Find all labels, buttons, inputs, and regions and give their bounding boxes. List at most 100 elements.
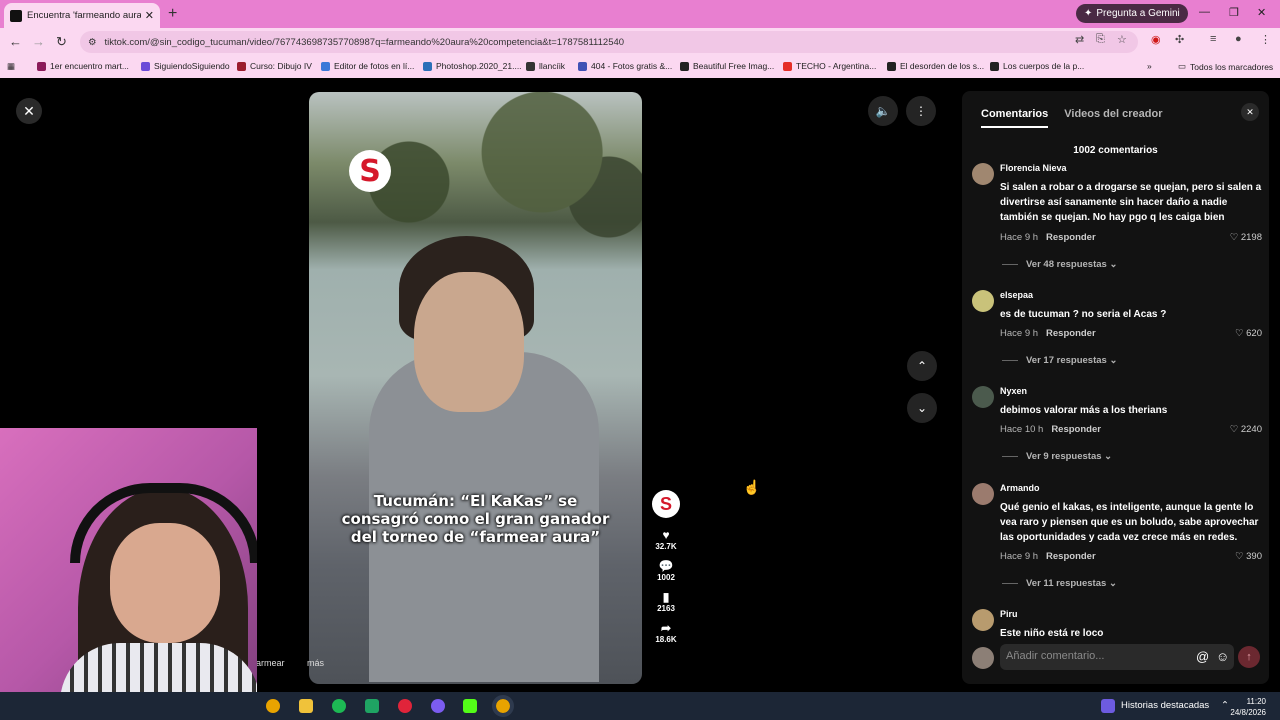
site-info-icon[interactable]: ⚙ (88, 37, 97, 48)
browser-menu-icon[interactable]: ⋮ (1260, 33, 1271, 46)
more-options-button[interactable]: ⋮ (906, 96, 936, 126)
view-replies-button[interactable]: Ver 11 respuestas ⌄ (1002, 578, 1117, 589)
comment-like[interactable]: ♡ 2198 (1230, 232, 1262, 243)
tab-active[interactable]: Encuentra 'farmeando aura con ✕ (4, 3, 160, 28)
url-omnibox[interactable]: ⚙ tiktok.com/@sin_codigo_tucuman/video/7… (80, 31, 1138, 53)
browser-tab-bar: Encuentra 'farmeando aura con ✕ + ✦ Preg… (0, 0, 1280, 28)
more-bookmarks-icon[interactable]: » (1147, 61, 1152, 71)
bookmark-item[interactable]: TECHO - Argentina... (783, 61, 876, 71)
view-replies-button[interactable]: Ver 17 respuestas ⌄ (1002, 355, 1117, 366)
chrome-icon[interactable] (266, 699, 280, 713)
tab-close-icon[interactable]: ✕ (145, 9, 154, 22)
comment-like[interactable]: ♡ 390 (1235, 551, 1262, 562)
close-video-button[interactable]: ✕ (16, 98, 42, 124)
chevron-down-icon: ⌄ (1108, 578, 1117, 589)
video-actions: S ♥ 32.7K 💬 1002 ▮ 2163 ➦ 18.6K (648, 490, 684, 652)
bookmark-item[interactable]: Photoshop.2020_21.... (423, 61, 522, 71)
translate-icon[interactable]: ⇄ (1075, 33, 1084, 46)
comment-username[interactable]: Florencia Nieva (1000, 163, 1067, 173)
comment-text: es de tucuman ? no seria el Acas ? (1000, 309, 1167, 320)
bookmark-star-icon[interactable]: ☆ (1117, 33, 1127, 46)
bookmark-favicon-icon (578, 61, 587, 71)
webcam-overlay (0, 428, 257, 720)
opera-icon[interactable] (398, 699, 412, 713)
next-video-button[interactable]: ⌄ (907, 393, 937, 423)
comment-action[interactable]: 💬 1002 (648, 559, 684, 582)
close-panel-icon[interactable]: ✕ (1241, 103, 1259, 121)
minimize-icon[interactable]: — (1199, 6, 1210, 18)
bookmark-item[interactable]: SiguiendoSiguiendo (141, 61, 230, 71)
heart-outline-icon: ♡ (1229, 232, 1239, 243)
forward-icon[interactable]: → (32, 34, 45, 49)
comment-item: Nyxen debimos valorar más a los therians… (972, 386, 1262, 476)
kick-icon[interactable] (463, 699, 477, 713)
view-replies-button[interactable]: Ver 9 respuestas ⌄ (1002, 451, 1112, 462)
new-tab-button[interactable]: + (168, 5, 177, 23)
file-explorer-icon[interactable] (299, 699, 313, 713)
avatar[interactable] (972, 483, 994, 505)
mention-icon[interactable]: @ (1196, 649, 1209, 664)
bookmark-item[interactable]: Los cuerpos de la p... (990, 61, 1084, 71)
comment-text: debimos valorar más a los therians (1000, 405, 1168, 416)
send-button[interactable]: ↑ (1238, 646, 1260, 668)
like-action[interactable]: ♥ 32.7K (648, 528, 684, 551)
comment-like[interactable]: ♡ 2240 (1230, 424, 1262, 435)
close-window-icon[interactable]: ✕ (1257, 6, 1266, 19)
comment-username[interactable]: elsepaa (1000, 290, 1033, 300)
emoji-icon[interactable]: ☺ (1216, 649, 1229, 664)
reply-button[interactable]: Responder (1046, 551, 1096, 562)
profile-avatar[interactable]: ● (1235, 33, 1242, 45)
highlights-icon[interactable] (1101, 699, 1115, 713)
bookmark-item[interactable]: El desorden de los s... (887, 61, 984, 71)
bookmark-item[interactable]: Curso: Dibujo IV (237, 61, 312, 71)
app-icon[interactable] (365, 699, 379, 713)
avatar[interactable] (972, 163, 994, 185)
spotify-icon[interactable] (332, 699, 346, 713)
video-player[interactable]: S Tucumán: “El KaKas” se consagró como e… (309, 92, 642, 684)
reply-button[interactable]: Responder (1051, 424, 1101, 435)
taskbar: Historias destacadas ⌃ 11:20 24/8/2026 (0, 692, 1280, 720)
tab-comments[interactable]: Comentarios (981, 108, 1049, 128)
comment-username[interactable]: Nyxen (1000, 386, 1027, 396)
gemini-button[interactable]: ✦ Pregunta a Gemini (1076, 4, 1188, 23)
bookmark-item[interactable]: 1er encuentro mart... (37, 61, 129, 71)
bookmark-favicon-icon (887, 61, 896, 71)
reply-button[interactable]: Responder (1046, 232, 1096, 243)
all-bookmarks-folder[interactable]: ▭ Todos los marcadores (1178, 61, 1273, 72)
extensions-icon[interactable]: ✣ (1175, 33, 1184, 46)
install-icon[interactable]: ⎘ (1096, 33, 1105, 46)
comment-username[interactable]: Piru (1000, 609, 1018, 619)
chrome-active-icon[interactable] (492, 695, 514, 717)
bookmark-item[interactable]: Beautiful Free Imag... (680, 61, 774, 71)
share-action[interactable]: ➦ 18.6K (648, 621, 684, 644)
comment-like[interactable]: ♡ 620 (1235, 328, 1262, 339)
more-link[interactable]: más (307, 658, 324, 668)
restore-icon[interactable]: ❐ (1229, 6, 1239, 19)
creator-avatar[interactable]: S (652, 490, 680, 518)
messenger-icon[interactable] (431, 699, 445, 713)
tab-creator-videos[interactable]: Videos del creador (1064, 108, 1162, 128)
save-action[interactable]: ▮ 2163 (648, 590, 684, 613)
kebab-icon: ⋮ (915, 104, 927, 118)
avatar[interactable] (972, 609, 994, 631)
avatar[interactable] (972, 386, 994, 408)
view-replies-button[interactable]: Ver 48 respuestas ⌄ (1002, 259, 1117, 270)
system-clock[interactable]: 11:20 24/8/2026 (1230, 696, 1266, 718)
bookmark-item[interactable]: llancíik (526, 61, 565, 71)
previous-video-button[interactable]: ⌃ (907, 351, 937, 381)
topic-tag[interactable]: armear (256, 658, 285, 668)
opera-extension-icon[interactable]: ◉ (1151, 33, 1161, 46)
bookmark-item[interactable]: Editor de fotos en lí... (321, 61, 414, 71)
reload-icon[interactable]: ↻ (56, 34, 67, 50)
volume-button[interactable]: 🔈 (868, 96, 898, 126)
reply-button[interactable]: Responder (1046, 328, 1096, 339)
media-icon[interactable]: ≡ (1210, 33, 1216, 45)
avatar[interactable] (972, 290, 994, 312)
highlights-label[interactable]: Historias destacadas (1121, 700, 1209, 711)
bookmark-item[interactable]: 404 - Fotos gratis &... (578, 61, 672, 71)
comment-username[interactable]: Armando (1000, 483, 1040, 493)
folder-icon: ▭ (1178, 61, 1187, 71)
tray-chevron-icon[interactable]: ⌃ (1221, 700, 1229, 711)
back-icon[interactable]: ← (9, 34, 22, 49)
apps-grid-icon[interactable]: ▦ (7, 61, 15, 72)
